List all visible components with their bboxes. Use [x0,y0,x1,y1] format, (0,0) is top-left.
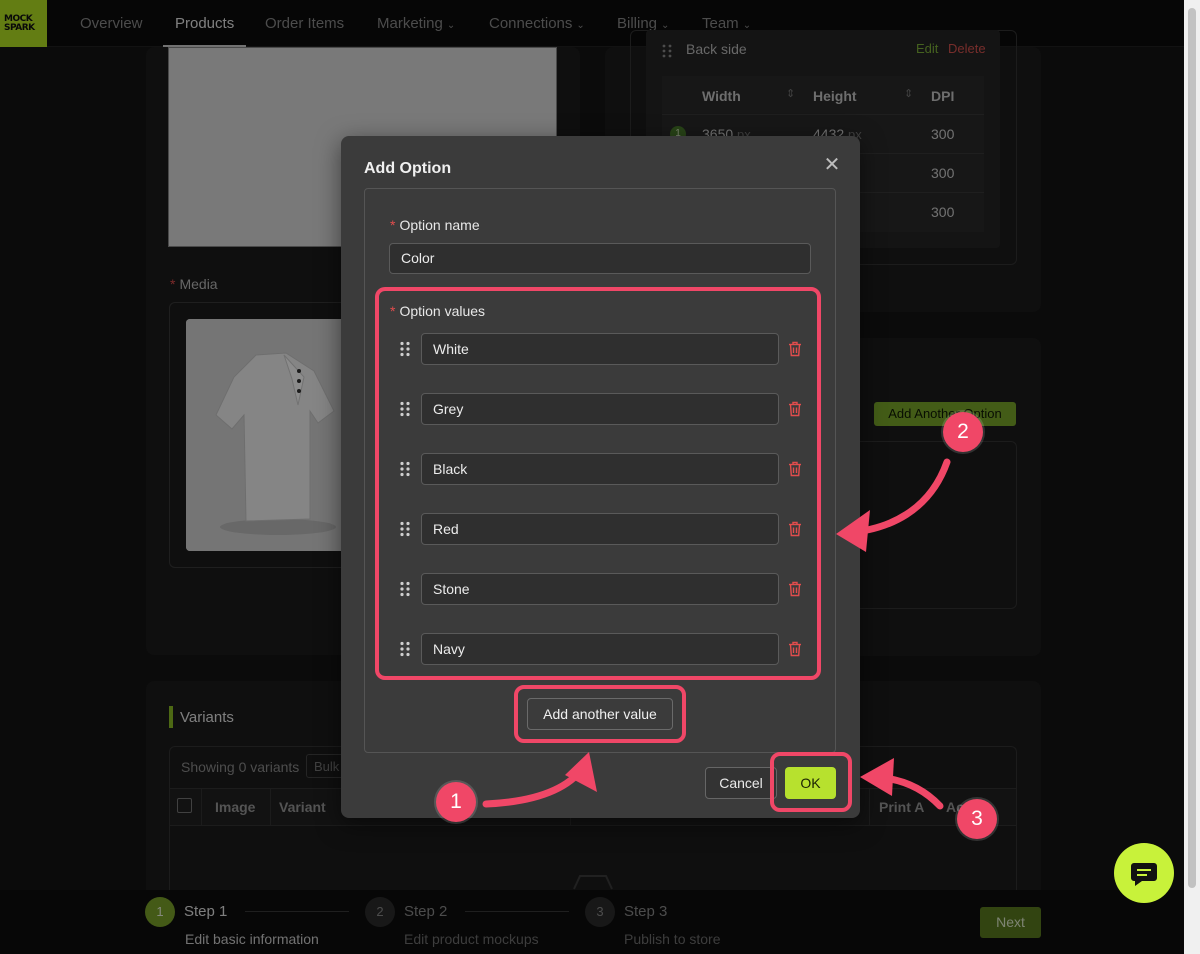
step-badge-3: 3 [957,799,997,839]
chat-button[interactable] [1114,843,1174,903]
option-name-input[interactable]: Color [389,243,811,274]
highlight-option-values [375,287,821,680]
cancel-button[interactable]: Cancel [705,767,777,799]
scrollbar-thumb[interactable] [1188,8,1196,888]
option-name-label: * Option name [390,217,480,233]
close-icon[interactable]: ✕ [822,155,842,175]
chat-bubble-icon [1131,863,1157,886]
step-badge-1: 1 [436,782,476,822]
highlight-ok [770,752,852,812]
dialog-title: Add Option [364,160,452,177]
option-name-label-text: Option name [399,217,480,233]
highlight-add-value [514,685,686,743]
step-badge-2: 2 [943,412,983,452]
